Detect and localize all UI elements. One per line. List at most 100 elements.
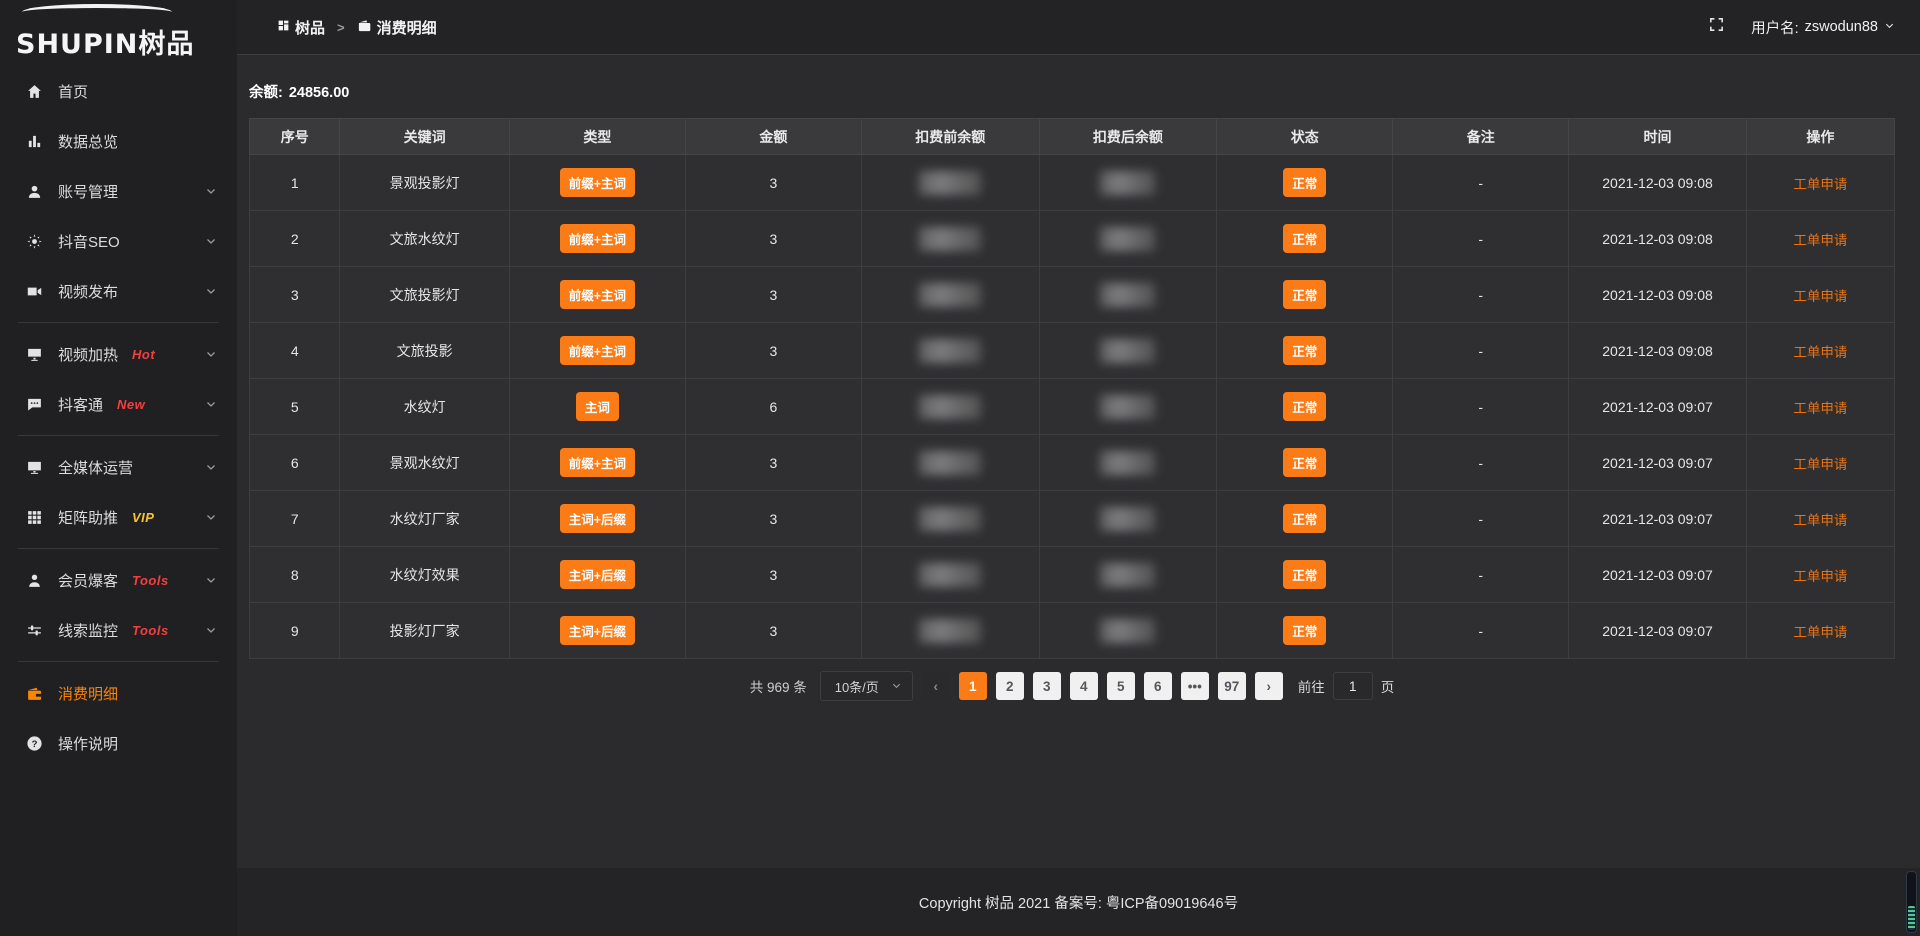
scrollbar[interactable] [1906,871,1917,933]
cell-time: 2021-12-03 09:07 [1569,547,1747,603]
work-order-link[interactable]: 工单申请 [1793,401,1847,416]
cell-amount: 3 [685,267,861,323]
breadcrumb-current[interactable]: 消费明细 [357,17,437,38]
type-badge: 前缀+主词 [560,448,635,477]
sidebar-item-video-publish[interactable]: 视频发布 [0,266,237,316]
cell-post-balance [1039,603,1217,659]
sidebar-item-clue-monitor[interactable]: 线索监控Tools [0,605,237,655]
sidebar-menu: 首页数据总览账号管理抖音SEO 视频发布视频加热Hot抖客通New 全媒体运营矩阵助… [0,58,237,936]
sidebar-item-badge: New [117,397,145,412]
table-row: 1景观投影灯前缀+主词3正常-2021-12-03 09:08工单申请 [250,155,1895,211]
cell-time: 2021-12-03 09:07 [1569,491,1747,547]
video-icon [24,283,44,300]
brand-logo: SHUPIN树品 [0,0,237,58]
sidebar-item-label: 视频加热 [58,344,118,365]
cell-type: 主词+后缀 [509,547,685,603]
next-page-button[interactable]: › [1255,672,1283,700]
sidebar-item-label: 数据总览 [58,131,118,152]
page-button-6[interactable]: 6 [1144,672,1172,700]
cell-status: 正常 [1217,491,1393,547]
masked-value [1100,171,1155,195]
cell-index: 6 [250,435,340,491]
work-order-link[interactable]: 工单申请 [1793,457,1847,472]
logo-arc-decoration [22,4,172,20]
sidebar-item-operation-guide[interactable]: ?操作说明 [0,718,237,768]
sidebar-item-badge: Tools [132,573,169,588]
cell-status: 正常 [1217,379,1393,435]
column-header: 关键词 [340,119,509,155]
main-column: 树品 > 消费明细 用户名: zswodun88 余额:24856. [237,0,1920,936]
top-bar: 树品 > 消费明细 用户名: zswodun88 [237,0,1920,55]
column-header: 序号 [250,119,340,155]
work-order-link[interactable]: 工单申请 [1793,569,1847,584]
masked-value [919,227,981,251]
gear-icon [24,233,44,250]
cell-status: 正常 [1217,435,1393,491]
cell-remark: - [1393,323,1569,379]
person-icon [24,572,44,589]
sidebar-item-label: 首页 [58,81,88,102]
cell-time: 2021-12-03 09:08 [1569,323,1747,379]
cell-remark: - [1393,155,1569,211]
work-order-link[interactable]: 工单申请 [1793,625,1847,640]
sidebar-item-data-overview[interactable]: 数据总览 [0,116,237,166]
status-badge: 正常 [1283,560,1326,589]
page-button-5[interactable]: 5 [1107,672,1135,700]
page-button-97[interactable]: 97 [1218,672,1246,700]
column-header: 操作 [1746,119,1894,155]
goto-page-input[interactable] [1333,672,1373,700]
sidebar-item-matrix-boost[interactable]: 矩阵助推VIP [0,492,237,542]
column-header: 状态 [1217,119,1393,155]
page-button-2[interactable]: 2 [996,672,1024,700]
scrollbar-thumb[interactable] [1908,906,1915,930]
type-badge: 前缀+主词 [560,168,635,197]
cell-amount: 3 [685,435,861,491]
type-badge: 主词+后缀 [560,560,635,589]
sidebar-item-doukertong[interactable]: 抖客通New [0,379,237,429]
sidebar-item-account-management[interactable]: 账号管理 [0,166,237,216]
cell-action: 工单申请 [1746,491,1894,547]
table-row: 6景观水纹灯前缀+主词3正常-2021-12-03 09:07工单申请 [250,435,1895,491]
sidebar-item-douyin-seo[interactable]: 抖音SEO [0,216,237,266]
sidebar-item-home[interactable]: 首页 [0,66,237,116]
table-row: 5水纹灯主词6正常-2021-12-03 09:07工单申请 [250,379,1895,435]
sidebar-item-all-media-operation[interactable]: 全媒体运营 [0,442,237,492]
cell-amount: 3 [685,491,861,547]
ellipsis-button[interactable]: ••• [1181,672,1209,700]
work-order-link[interactable]: 工单申请 [1793,513,1847,528]
cell-index: 3 [250,267,340,323]
cell-index: 1 [250,155,340,211]
sidebar-item-video-heating[interactable]: 视频加热Hot [0,329,237,379]
work-order-link[interactable]: 工单申请 [1793,177,1847,192]
status-badge: 正常 [1283,616,1326,645]
table-row: 9投影灯厂家主词+后缀3正常-2021-12-03 09:07工单申请 [250,603,1895,659]
chevron-down-icon [205,235,217,247]
cell-keyword: 水纹灯厂家 [340,491,509,547]
user-dropdown[interactable]: 用户名: zswodun88 [1751,17,1895,38]
cell-type: 主词 [509,379,685,435]
cell-index: 9 [250,603,340,659]
page-button-3[interactable]: 3 [1033,672,1061,700]
work-order-link[interactable]: 工单申请 [1793,289,1847,304]
sidebar-item-label: 抖音SEO [58,231,120,252]
masked-value [1100,451,1155,475]
sidebar-item-member-baoke[interactable]: 会员爆客Tools [0,555,237,605]
type-badge: 主词+后缀 [560,504,635,533]
page-button-1[interactable]: 1 [959,672,987,700]
work-order-link[interactable]: 工单申请 [1793,345,1847,360]
chevron-down-icon [1884,19,1895,35]
fullscreen-icon[interactable] [1708,16,1725,38]
breadcrumb-root[interactable]: 树品 [277,17,325,38]
cell-post-balance [1039,379,1217,435]
prev-page-button[interactable]: ‹ [922,672,950,700]
page-size-select[interactable]: 10条/页 [820,671,913,701]
cell-remark: - [1393,211,1569,267]
status-badge: 正常 [1283,504,1326,533]
masked-value [919,451,981,475]
chevron-down-icon [205,461,217,473]
work-order-link[interactable]: 工单申请 [1793,233,1847,248]
page-button-4[interactable]: 4 [1070,672,1098,700]
page-footer: Copyright 树品 2021 备案号: 粤ICP备09019646号 [237,868,1920,936]
cell-status: 正常 [1217,323,1393,379]
sidebar-item-consumption-detail[interactable]: 消费明细 [0,668,237,718]
